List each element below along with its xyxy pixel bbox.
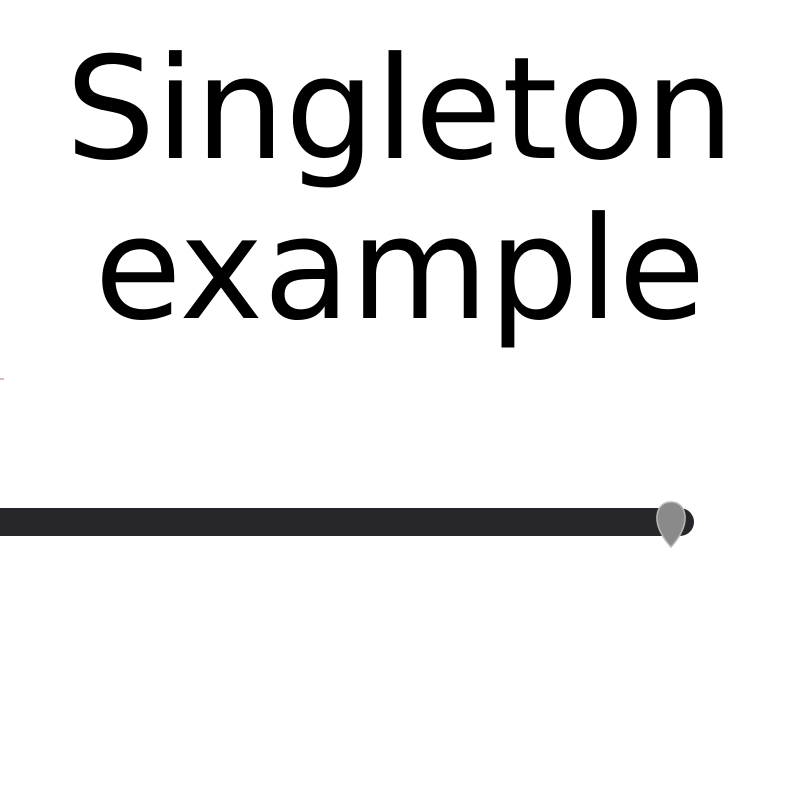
- teardrop-marker-icon: [656, 501, 686, 549]
- singleton-diagram: [0, 378, 694, 549]
- horizontal-bar: [0, 508, 694, 536]
